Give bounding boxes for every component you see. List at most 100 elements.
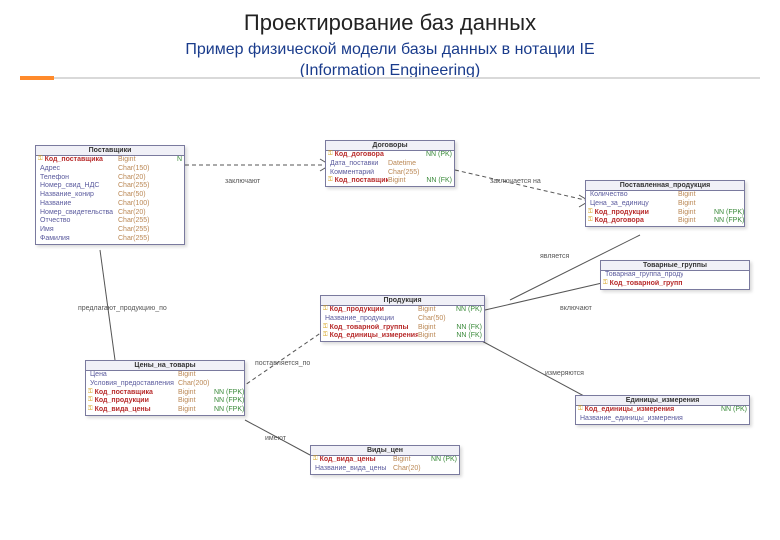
field-type: Char(255) — [118, 235, 154, 244]
entity-header: Договоры — [326, 141, 454, 151]
rel-label: предлагают_продукцию_по — [78, 305, 167, 312]
entity-suppliers: Поставщики ⚿Код_поставщикаBigintNАдресCh… — [35, 145, 185, 245]
field-type: Char(20) — [393, 465, 429, 474]
entity-header: Поставщики — [36, 146, 184, 156]
field-type: Bigint — [178, 389, 214, 398]
field-row: КомментарийChar(255) — [326, 169, 454, 178]
field-row: ⚿Код_товарной_группы — [601, 280, 749, 289]
field-type: Bigint — [678, 217, 714, 226]
field-row: ⚿Код_вида_ценыBigintNN (FPK) — [86, 406, 244, 415]
field-name: Отчество — [40, 217, 118, 226]
field-flags — [154, 200, 182, 209]
field-type: Bigint — [418, 332, 454, 341]
field-name: Код_продукции — [95, 397, 178, 406]
field-name: Код_продукции — [595, 209, 678, 218]
field-row: ⚿Код_поставщикаBigintN — [36, 156, 184, 165]
field-name: Название — [40, 200, 118, 209]
field-name: Название_единицы_измерения — [580, 415, 683, 424]
key-icon: ⚿ — [603, 280, 608, 289]
field-type: Bigint — [678, 200, 714, 209]
field-row: Товарная_группа_продукции — [601, 271, 749, 280]
entity-deliveries: Поставленная_продукция КоличествоBigintЦ… — [585, 180, 745, 227]
field-type: Char(20) — [118, 174, 154, 183]
rel-label: измеряются — [545, 370, 584, 377]
key-icon: ⚿ — [588, 209, 593, 218]
field-type — [683, 280, 719, 289]
key-icon: ⚿ — [323, 332, 328, 341]
field-type: Char(150) — [118, 165, 154, 174]
entity-body: ЦенаBigintУсловия_предоставленияChar(200… — [86, 371, 244, 415]
field-row: ⚿Код_продукцииBigintNN (PK) — [321, 306, 484, 315]
field-name: Дата_поставки — [330, 160, 388, 169]
field-flags — [154, 209, 182, 218]
field-flags — [429, 465, 457, 474]
field-name: Код_договора — [335, 151, 388, 160]
field-name: Название_конир — [40, 191, 118, 200]
key-icon: ⚿ — [88, 406, 93, 415]
field-type: Bigint — [393, 456, 429, 465]
field-flags: NN (PK) — [719, 406, 747, 415]
key-icon: ⚿ — [38, 156, 43, 165]
field-row: ⚿Код_продукцииBigintNN (FPK) — [586, 209, 744, 218]
rel-label: включают — [560, 305, 592, 312]
field-flags — [714, 191, 742, 200]
field-type: Char(20) — [118, 209, 154, 218]
field-type: Bigint — [178, 397, 214, 406]
field-type: Bigint — [178, 406, 214, 415]
entity-products: Продукция ⚿Код_продукцииBigintNN (PK)Наз… — [320, 295, 485, 342]
field-name: Код_договора — [595, 217, 678, 226]
field-row: ОтчествоChar(255) — [36, 217, 184, 226]
field-flags: NN (FK) — [424, 177, 452, 186]
key-icon: ⚿ — [88, 397, 93, 406]
field-name: Номер_свид_НДС — [40, 182, 118, 191]
field-row: Номер_свид_НДСChar(255) — [36, 182, 184, 191]
field-type: Bigint — [178, 371, 214, 380]
field-flags: NN (PK) — [454, 306, 482, 315]
entity-header: Единицы_измерения — [576, 396, 749, 406]
field-name: Количество — [590, 191, 678, 200]
field-row: НазваниеChar(100) — [36, 200, 184, 209]
field-name: Код_поставщика — [335, 177, 388, 186]
field-name: Код_единицы_измерения — [330, 332, 418, 341]
field-flags — [214, 371, 242, 380]
field-name: Товарная_группа_продукции — [605, 271, 683, 280]
page-title: Проектирование баз данных — [0, 0, 780, 36]
subtitle-line1: Пример физической модели базы данных в н… — [185, 41, 594, 58]
field-flags — [154, 191, 182, 200]
field-type: Bigint — [118, 156, 154, 165]
entity-pricetypes: Виды_цен ⚿Код_вида_ценыBigintNN (PK)Назв… — [310, 445, 460, 475]
field-flags: NN (PK) — [429, 456, 457, 465]
field-name: Код_вида_цены — [320, 456, 393, 465]
key-icon: ⚿ — [323, 324, 328, 333]
field-flags — [154, 165, 182, 174]
field-flags: NN (FPK) — [714, 217, 742, 226]
entity-body: Товарная_группа_продукции⚿Код_товарной_г… — [601, 271, 749, 289]
field-row: Номер_свидетельстваChar(20) — [36, 209, 184, 218]
field-type: Char(255) — [118, 217, 154, 226]
field-row: ⚿Код_единицы_измеренияNN (PK) — [576, 406, 749, 415]
field-flags: NN (FPK) — [214, 389, 242, 398]
entity-body: КоличествоBigintЦена_за_единицуBigint⚿Ко… — [586, 191, 744, 226]
erd-canvas: Поставщики ⚿Код_поставщикаBigintNАдресCh… — [0, 85, 780, 540]
field-row: КоличествоBigint — [586, 191, 744, 200]
field-name: Код_товарной_группы — [610, 280, 683, 289]
key-icon: ⚿ — [328, 177, 333, 186]
field-flags — [154, 174, 182, 183]
field-flags — [714, 200, 742, 209]
rel-label: является — [540, 253, 569, 260]
field-name: Название_продукции — [325, 315, 418, 324]
field-row: Условия_предоставленияChar(200) — [86, 380, 244, 389]
entity-body: ⚿Код_единицы_измеренияNN (PK)Название_ед… — [576, 406, 749, 424]
field-type: Bigint — [418, 306, 454, 315]
entity-body: ⚿Код_поставщикаBigintNАдресChar(150)Теле… — [36, 156, 184, 244]
key-icon: ⚿ — [588, 217, 593, 226]
field-name: Телефон — [40, 174, 118, 183]
accent-bar — [20, 76, 54, 80]
entity-header: Продукция — [321, 296, 484, 306]
field-name: Номер_свидетельства — [40, 209, 118, 218]
field-row: ФамилияChar(255) — [36, 235, 184, 244]
page-subtitle: Пример физической модели базы данных в н… — [0, 36, 780, 82]
field-row: ТелефонChar(20) — [36, 174, 184, 183]
field-type: Char(50) — [118, 191, 154, 200]
entity-body: ⚿Код_вида_ценыBigintNN (PK)Название_вида… — [311, 456, 459, 474]
